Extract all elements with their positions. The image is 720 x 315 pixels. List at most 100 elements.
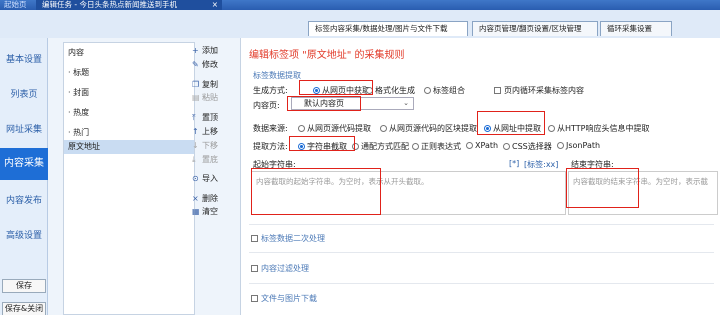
tree-item-cover[interactable]: · 封面 [64,86,194,100]
delete-label: 删除 [202,194,218,203]
plus-icon: + [192,46,199,55]
section-file-download-label: 文件与图片下载 [261,294,317,303]
clear-button[interactable]: ▦ 清空 [192,206,218,218]
tree-item-title[interactable]: · 标题 [64,66,194,80]
method-option-jsonpath[interactable]: JsonPath [557,141,600,150]
save-close-button[interactable]: 保存&关闭 [2,302,46,315]
copy-button[interactable]: ❐ 复制 [192,79,218,91]
radio-icon [298,125,305,132]
sidebar-item-url-collect[interactable]: 网址采集 [0,120,48,140]
highlight-box [477,111,545,135]
highlight-box [299,80,373,95]
radio-icon [424,87,431,94]
tag-insert-link[interactable]: [标签:xx] [524,159,558,170]
edit-label: 修改 [202,60,218,69]
chevron-down-icon: ⌄ [403,99,409,107]
task-tab[interactable]: 编辑任务 - 今日头条热点新闻推送到手机 × [36,0,222,10]
method-option-css-label: CSS选择器 [512,142,552,151]
tab-loop-collect[interactable]: 循环采集设置 [600,21,672,36]
method-option-wildcard[interactable]: 通配方式匹配 [352,141,409,152]
checkbox-icon [251,265,258,272]
section-file-download[interactable]: 文件与图片下载 [251,293,317,304]
source-option-page-source[interactable]: 从网页源代码提取 [298,123,371,134]
tree-item-hot[interactable]: · 热门 [64,126,194,140]
checkbox-icon [494,87,501,94]
close-icon[interactable]: × [212,0,218,10]
tree-item-content[interactable]: 内容 [64,46,194,60]
gen-option-combine[interactable]: 标签组合 [424,85,465,96]
divider [249,252,714,253]
arrow-bottom-icon: ⤓ [192,155,196,164]
source-option-block[interactable]: 从网页源代码的区块提取 [380,123,477,134]
data-source-label: 数据来源: [253,124,288,133]
page-title: 编辑标签项 "原文地址" 的采集规则 [249,50,405,61]
move-down-button[interactable]: ↓ 下移 [192,140,218,152]
save-button[interactable]: 保存 [2,279,46,293]
import-icon: ⊙ [192,174,199,183]
tree-item-heat[interactable]: · 热度 [64,106,194,120]
sidebar-item-list-page[interactable]: 列表页 [0,85,48,105]
wildcard-link[interactable]: [*] [509,159,519,168]
move-top-button[interactable]: ⤒ 置顶 [192,112,218,124]
gen-option-format-label: 格式化生成 [375,86,415,95]
arrow-top-icon: ⤒ [192,113,196,122]
clear-label: 清空 [202,207,218,216]
sidebar-item-content-collect[interactable]: 内容采集 [0,148,48,180]
arrow-up-icon: ↑ [192,127,199,136]
method-option-css[interactable]: CSS选择器 [503,141,552,152]
radio-icon [548,125,555,132]
content-page-label: 内容页: [253,101,280,110]
section-post-process[interactable]: 标签数据二次处理 [251,233,325,244]
move-bottom-button[interactable]: ⤓ 置底 [192,154,218,166]
delete-button[interactable]: × 删除 [192,193,218,205]
gen-option-format[interactable]: 格式化生成 [366,85,415,96]
loop-collect-checkbox[interactable]: 页内循环采集标签内容 [494,85,584,96]
tab-content-page[interactable]: 内容页管理/翻页设置/区块管理 [472,21,598,36]
move-up-label: 上移 [202,127,218,136]
fieldset-legend: 标签数据提取 [253,71,301,80]
source-option-http-header[interactable]: 从HTTP响应头信息中提取 [548,123,649,134]
section-post-process-label: 标签数据二次处理 [261,234,325,243]
loop-collect-label: 页内循环采集标签内容 [504,86,584,95]
gen-method-label: 生成方式: [253,86,288,95]
source-option-http-header-label: 从HTTP响应头信息中提取 [557,124,650,133]
sidebar-item-content-publish[interactable]: 内容发布 [0,191,48,211]
add-button[interactable]: + 添加 [192,45,218,57]
method-option-regex-label: 正则表达式 [421,142,461,151]
method-option-jsonpath-label: JsonPath [566,141,601,150]
tree-item-source-url[interactable]: 原文地址 [64,140,194,154]
sidebar: 基本设置 列表页 网址采集 内容采集 内容发布 高级设置 保存 保存&关闭 [0,38,48,315]
source-option-block-label: 从网页源代码的区块提取 [389,124,477,133]
edit-button[interactable]: ✎ 修改 [192,59,218,71]
clear-icon: ▦ [192,207,200,216]
radio-icon [503,143,510,150]
divider [249,283,714,284]
title-bar: 起始页 编辑任务 - 今日头条热点新闻推送到手机 × [0,0,720,10]
move-up-button[interactable]: ↑ 上移 [192,126,218,138]
task-tab-label: 编辑任务 - 今日头条热点新闻推送到手机 [42,0,177,9]
paste-button[interactable]: ▤ 粘贴 [192,92,218,104]
paste-label: 粘贴 [202,93,218,102]
arrow-down-icon: ↓ [192,141,199,150]
gen-option-combine-label: 标签组合 [433,86,465,95]
tag-tree: 内容 · 标题 · 封面 · 热度 · 热门 原文地址 [63,42,195,315]
pencil-icon: ✎ [192,60,199,69]
delete-icon: × [192,194,199,203]
radio-icon [412,143,419,150]
method-option-xpath-label: XPath [475,141,499,150]
home-tab[interactable]: 起始页 [4,0,27,10]
move-top-label: 置顶 [202,113,218,122]
method-option-wildcard-label: 通配方式匹配 [361,142,409,151]
paste-icon: ▤ [192,93,200,102]
import-button[interactable]: ⊙ 导入 [192,173,218,185]
move-down-label: 下移 [202,141,218,150]
highlight-box [287,96,361,111]
section-content-filter[interactable]: 内容过滤处理 [251,263,309,274]
method-option-regex[interactable]: 正则表达式 [412,141,461,152]
move-bottom-label: 置底 [202,155,218,164]
extract-method-label: 提取方法: [253,142,288,151]
method-option-xpath[interactable]: XPath [466,141,498,150]
sidebar-item-basic[interactable]: 基本设置 [0,50,48,70]
tab-content-collect[interactable]: 标签内容采集/数据处理/图片与文件下载 [308,21,468,36]
sidebar-item-advanced[interactable]: 高级设置 [0,226,48,246]
